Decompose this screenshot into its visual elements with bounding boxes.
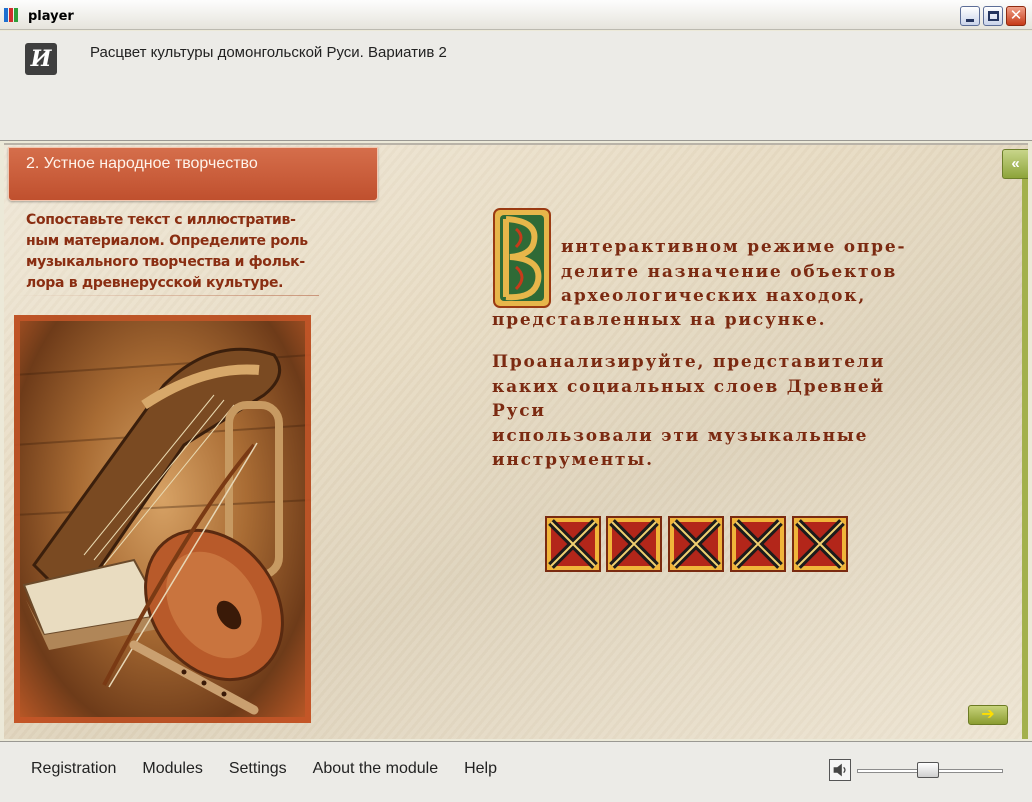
- app-icon: [4, 8, 24, 22]
- next-page-button[interactable]: ➔: [968, 705, 1008, 725]
- menu-modules[interactable]: Modules: [142, 760, 202, 778]
- menu-registration[interactable]: Registration: [31, 760, 116, 778]
- text-line: Проанализируйте, представители: [492, 352, 886, 372]
- musical-instruments-illustration: [14, 315, 311, 723]
- task-instructions: Сопоставьте текст с иллюстратив- ным мат…: [26, 210, 326, 294]
- course-header: И Расцвет культуры домонгольской Руси. В…: [0, 31, 1032, 141]
- paragraph-1-last-line: представленных на рисунке.: [492, 310, 827, 330]
- text-line: каких социальных слоев Древней Руси: [492, 376, 885, 422]
- task-divider: [14, 295, 319, 296]
- section-title: 2. Устное народное творчество: [26, 155, 258, 172]
- arrow-right-icon: ➔: [981, 706, 995, 723]
- task-line: ным материалом. Определите роль: [26, 233, 308, 249]
- section-tab: 2. Устное народное творчество: [8, 147, 378, 201]
- task-line: лора в древнерусской культуре.: [26, 275, 284, 291]
- course-title: Расцвет культуры домонгольской Руси. Вар…: [90, 44, 447, 61]
- footer-bar: Registration Modules Settings About the …: [0, 741, 1032, 802]
- text-line: инструменты.: [492, 450, 654, 470]
- task-line: Сопоставьте текст с иллюстратив-: [26, 212, 296, 228]
- text-line: делите назначение объектов: [561, 261, 898, 282]
- speaker-icon[interactable]: [829, 759, 851, 781]
- paragraph-2: Проанализируйте, представители каких соц…: [492, 350, 932, 473]
- menu-about-module[interactable]: About the module: [313, 760, 438, 778]
- side-panel-edge: [1022, 179, 1028, 739]
- volume-slider-thumb[interactable]: [916, 762, 939, 778]
- lesson-content: 2. Устное народное творчество Сопоставьт…: [4, 143, 1028, 739]
- illustration-frame: [14, 315, 311, 723]
- minimize-button[interactable]: [960, 6, 980, 26]
- task-line: музыкального творчества и фольк-: [26, 254, 305, 270]
- maximize-icon: [988, 11, 999, 21]
- close-button[interactable]: ✕: [1006, 6, 1026, 26]
- decorative-ornament: [545, 516, 848, 572]
- minimize-icon: [966, 19, 974, 22]
- drop-cap-letter: [493, 208, 551, 308]
- text-line: интерактивном режиме опре-: [561, 237, 907, 257]
- maximize-button[interactable]: [983, 6, 1003, 26]
- menu-help[interactable]: Help: [464, 760, 497, 778]
- publisher-logo: И: [25, 43, 57, 75]
- collapse-panel-button[interactable]: «: [1002, 149, 1028, 179]
- window-title: player: [28, 9, 74, 24]
- title-bar: player ✕: [0, 0, 1032, 30]
- text-line: археологических находок,: [561, 286, 867, 306]
- text-line: использовали эти музыкальные: [492, 425, 869, 446]
- paragraph-1-beside-cap: интерактивном режиме опре- делите назнач…: [561, 235, 1001, 309]
- menu-settings[interactable]: Settings: [229, 760, 287, 778]
- footer-menu: Registration Modules Settings About the …: [31, 760, 497, 778]
- close-icon: ✕: [1009, 7, 1023, 24]
